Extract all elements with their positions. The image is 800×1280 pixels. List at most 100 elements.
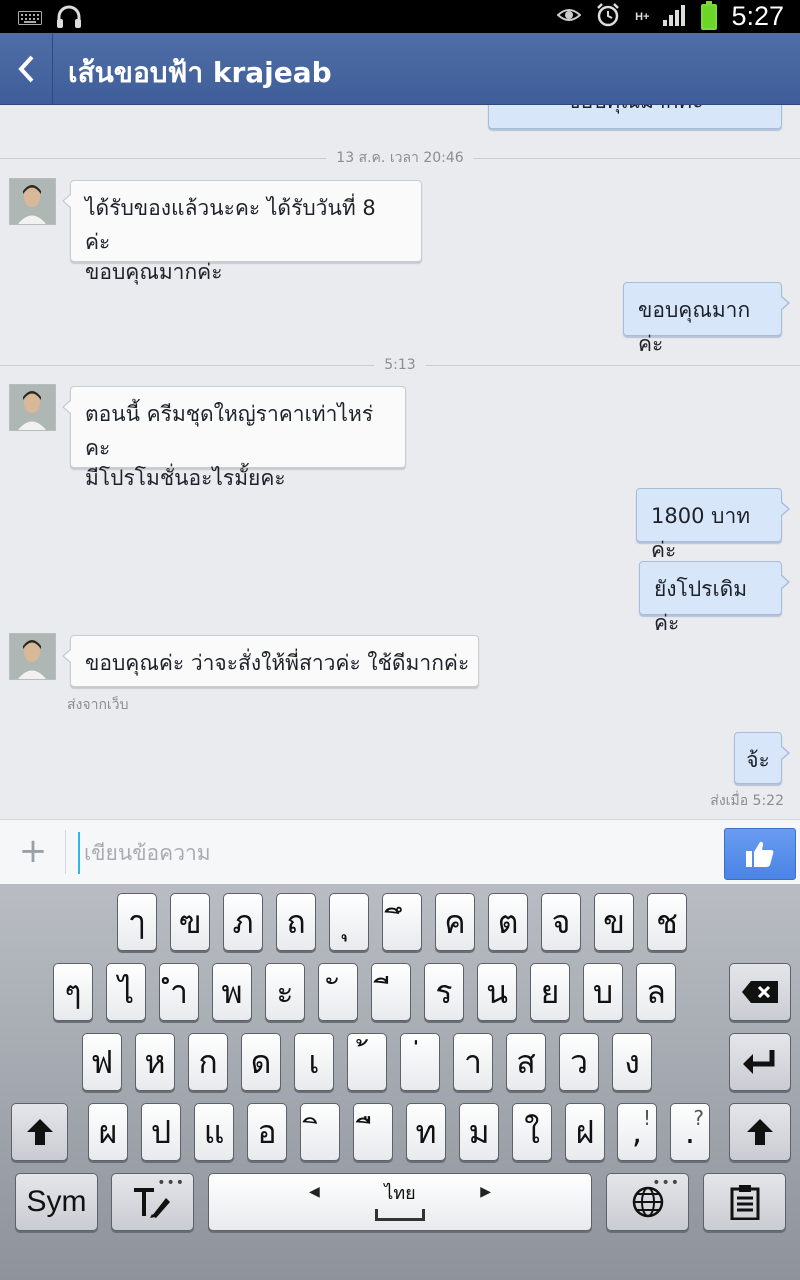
key-row1-7[interactable]: ค <box>435 893 475 951</box>
space-key[interactable]: ◀ ไทย ▶ <box>208 1173 592 1231</box>
key-row4-8[interactable]: ม <box>459 1103 499 1161</box>
chevron-left-icon <box>18 55 34 82</box>
status-bar: H+ 5:27 <box>0 0 800 33</box>
key-label: ป <box>150 1112 172 1151</box>
key-row2-11[interactable]: บ <box>583 963 623 1021</box>
like-button[interactable] <box>724 828 796 880</box>
key-row4-6[interactable]: ื <box>353 1103 393 1161</box>
key-row2-6[interactable]: ั <box>318 963 358 1021</box>
key-label: ส <box>516 1042 536 1081</box>
key-label: ภ <box>232 902 254 941</box>
key-row1-9[interactable]: จ <box>541 893 581 951</box>
key-row1-4[interactable]: ถ <box>276 893 316 951</box>
key-label: ฟ <box>90 1042 114 1081</box>
key-row1-1[interactable]: ๅ <box>117 893 157 951</box>
key-label: ม <box>468 1112 490 1151</box>
key-row4-2[interactable]: ป <box>141 1103 181 1161</box>
conversation-title: เส้นขอบฟ้า krajeab <box>68 56 332 89</box>
signal-icon <box>663 4 687 30</box>
divider-label: 5:13 <box>374 355 426 375</box>
key-row3-8[interactable]: า <box>453 1033 493 1091</box>
language-label: ไทย <box>384 1183 416 1204</box>
key-row4-5[interactable]: ิ <box>300 1103 340 1161</box>
key-row3-2[interactable]: ห <box>135 1033 175 1091</box>
key-row2-7[interactable]: ี <box>371 963 411 1021</box>
key-row1-6[interactable]: ึ <box>382 893 422 951</box>
alarm-icon <box>595 2 621 32</box>
key-label: ไ <box>117 972 135 1011</box>
avatar[interactable] <box>9 633 56 680</box>
key-row1-2[interactable]: ฃ <box>170 893 210 951</box>
key-row1-8[interactable]: ต <box>488 893 528 951</box>
avatar[interactable] <box>9 384 56 431</box>
space-icon <box>375 1209 425 1221</box>
key-row1-10[interactable]: ข <box>594 893 634 951</box>
backspace-key[interactable] <box>729 963 791 1021</box>
key-row3-7[interactable]: ่ <box>400 1033 440 1091</box>
key-row1-3[interactable]: ภ <box>223 893 263 951</box>
avatar[interactable] <box>9 178 56 225</box>
key-row2-3[interactable]: ำ <box>159 963 199 1021</box>
comma-key[interactable]: , ! <box>617 1103 657 1161</box>
divider-label: 13 ส.ค. เวลา 20:46 <box>326 148 474 168</box>
message-text: ยังโปรเดิมค่ะ <box>654 577 748 635</box>
key-row2-4[interactable]: พ <box>212 963 252 1021</box>
key-row2-2[interactable]: ไ <box>106 963 146 1021</box>
headphones-icon <box>56 5 82 33</box>
key-row2-10[interactable]: ย <box>530 963 570 1021</box>
back-button[interactable] <box>0 33 53 104</box>
key-row3-3[interactable]: ก <box>188 1033 228 1091</box>
message-sent-time: ส่งเมื่อ 5:22 <box>710 793 784 809</box>
key-label: ๅ <box>129 902 145 941</box>
message-input[interactable] <box>78 832 716 874</box>
arrow-left-icon: ◀ <box>309 1184 320 1200</box>
key-row1-11[interactable]: ช <box>647 893 687 951</box>
key-row3-6[interactable]: ้ <box>347 1033 387 1091</box>
shift-key-left[interactable] <box>11 1103 68 1161</box>
key-row4-10[interactable]: ฝ <box>565 1103 605 1161</box>
key-row2-12[interactable]: ล <box>636 963 676 1021</box>
key-row2-5[interactable]: ะ <box>265 963 305 1021</box>
clipboard-key[interactable] <box>703 1173 786 1231</box>
symbols-key[interactable]: Sym <box>15 1173 98 1231</box>
key-label: ช <box>656 902 678 941</box>
key-label: ต <box>497 902 519 941</box>
key-row2-1[interactable]: ๆ <box>53 963 93 1021</box>
key-row3-1[interactable]: ฟ <box>82 1033 122 1091</box>
period-key[interactable]: . ? <box>670 1103 710 1161</box>
key-row4-9[interactable]: ใ <box>512 1103 552 1161</box>
key-row3-9[interactable]: ส <box>506 1033 546 1091</box>
key-row1-5[interactable]: ุ <box>329 893 369 951</box>
key-row4-3[interactable]: แ <box>194 1103 234 1161</box>
message-outgoing: 1800 บาทค่ะ <box>636 488 790 562</box>
key-row3-5[interactable]: เ <box>294 1033 334 1091</box>
message-list[interactable]: ขอบคุณมากค่ะ 13 ส.ค. เวลา 20:46 ได้รับขอ… <box>0 105 800 819</box>
key-label: ผ <box>98 1112 118 1151</box>
key-row2-8[interactable]: ร <box>424 963 464 1021</box>
key-label: จ <box>551 902 571 941</box>
date-divider: 13 ส.ค. เวลา 20:46 <box>0 148 800 168</box>
message-outgoing: ขอบคุณมากค่ะ <box>623 282 790 356</box>
key-label: ห <box>144 1042 166 1081</box>
key-label: อ <box>257 1112 277 1151</box>
key-row4-4[interactable]: อ <box>247 1103 287 1161</box>
key-row4-1[interactable]: ผ <box>88 1103 128 1161</box>
message-outgoing: จ้ะ <box>734 732 790 784</box>
key-row3-10[interactable]: ว <box>559 1033 599 1091</box>
enter-icon <box>743 1050 775 1074</box>
attach-button[interactable]: + <box>18 833 48 869</box>
key-row3-11[interactable]: ง <box>612 1033 652 1091</box>
enter-key[interactable] <box>729 1033 791 1091</box>
key-row2-9[interactable]: น <box>477 963 517 1021</box>
key-sublabel: ! <box>642 1106 651 1130</box>
key-label: ว <box>570 1042 588 1081</box>
key-row3-4[interactable]: ด <box>241 1033 281 1091</box>
key-label: พ <box>221 972 243 1011</box>
language-key[interactable]: ••• <box>606 1173 689 1231</box>
shift-key-right[interactable] <box>729 1103 791 1161</box>
key-row4-7[interactable]: ท <box>406 1103 446 1161</box>
battery-icon <box>701 0 718 30</box>
handwriting-key[interactable]: ••• <box>111 1173 194 1231</box>
key-label: ค <box>444 902 466 941</box>
message-text: ขอบคุณมากค่ะ <box>85 260 223 284</box>
